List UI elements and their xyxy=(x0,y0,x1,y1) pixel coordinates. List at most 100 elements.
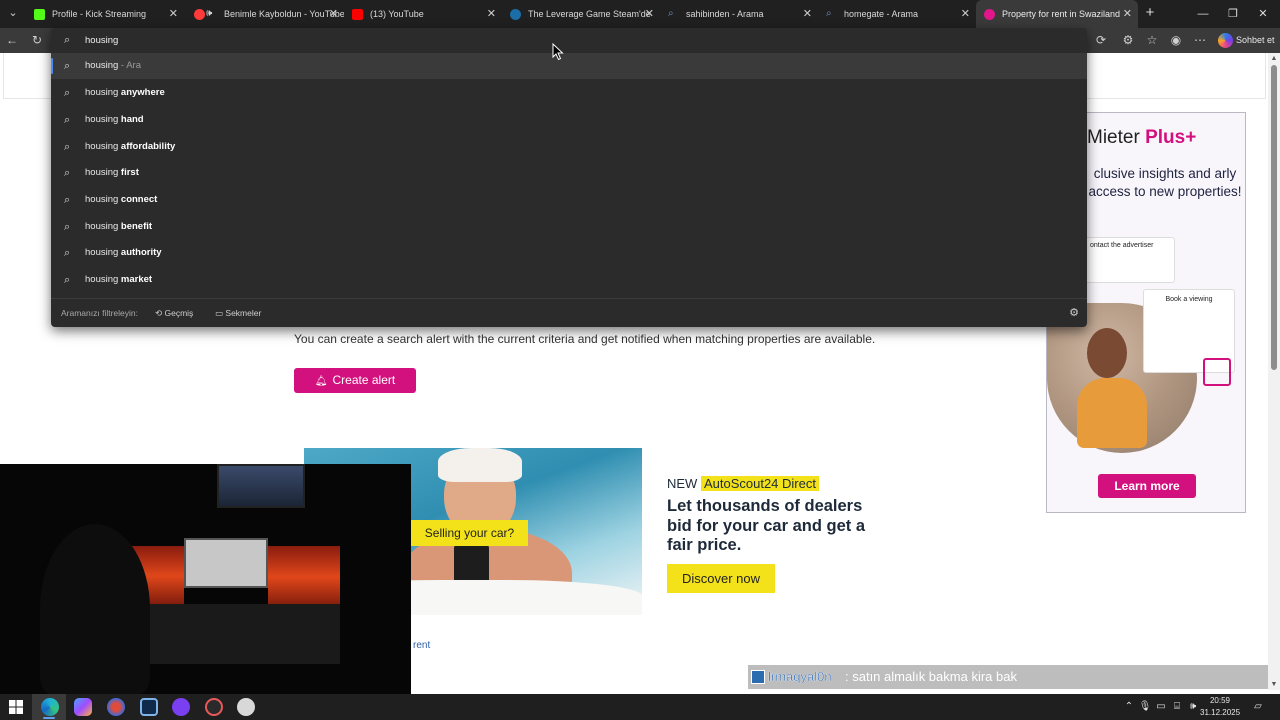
search-icon: ⌕ xyxy=(64,247,71,259)
filter-label: Aramanızı filtreleyin: xyxy=(61,308,138,318)
rent-link[interactable]: rent xyxy=(413,640,430,651)
filter-tabs-label: Sekmeler xyxy=(225,308,262,318)
tab-youtube[interactable]: (13) YouTube ✕ xyxy=(344,0,502,28)
search-favicon-icon: ⌕ xyxy=(668,8,674,19)
refresh-icon[interactable]: ↻ xyxy=(29,32,45,48)
filter-history-chip[interactable]: ⟲ Geçmiş xyxy=(155,299,193,328)
search-icon: ⌕ xyxy=(64,60,71,72)
network-icon[interactable]: ⌸ xyxy=(1170,694,1184,720)
close-tab-icon[interactable]: ✕ xyxy=(329,0,338,28)
tab-title: homegate - Arama xyxy=(844,9,919,19)
copilot-chat-button[interactable]: Sohbet et xyxy=(1216,31,1276,50)
webcam-monitor xyxy=(184,538,268,588)
suggestion-item[interactable]: ⌕ housing anywhere xyxy=(51,80,1087,106)
obs-icon[interactable] xyxy=(172,698,190,716)
tab-strip: ⌄ Profile - Kick Streaming ✕ 🕪 Benimle K… xyxy=(0,0,1280,28)
discover-now-button[interactable]: Discover now xyxy=(667,564,775,593)
suggestion-completion: connect xyxy=(120,194,158,205)
suggestion-item[interactable]: ⌕ housing hand xyxy=(51,107,1087,133)
tray-expand-icon[interactable]: ⌃ xyxy=(1122,694,1136,720)
app-icon[interactable] xyxy=(237,698,255,716)
learn-more-button[interactable]: Learn more xyxy=(1098,474,1196,498)
steam-app-icon[interactable] xyxy=(140,698,158,716)
contact-advertiser-card: ontact the advertiser xyxy=(1085,237,1175,283)
settings-gear-icon[interactable]: ⚙ xyxy=(1069,299,1079,328)
search-icon: ⌕ xyxy=(64,141,71,153)
close-tab-icon[interactable]: ✕ xyxy=(1123,0,1132,28)
microphone-icon[interactable]: 🎙︎ xyxy=(1138,694,1152,720)
suggestion-item[interactable]: ⌕ housing affordability xyxy=(51,134,1087,160)
ad-title-main: Mieter xyxy=(1087,127,1140,148)
close-tab-icon[interactable]: ✕ xyxy=(487,0,496,28)
app-available-icon[interactable]: ⟳ xyxy=(1093,32,1109,48)
display-icon[interactable]: ▭ xyxy=(1154,694,1168,720)
chrome-icon[interactable] xyxy=(107,698,125,716)
tab-youtube-song[interactable]: 🕪 Benimle Kayboldun - YouTube ✕ xyxy=(186,0,344,28)
favorites-icon[interactable]: ☆ xyxy=(1144,32,1160,48)
youtube-favicon-icon xyxy=(194,9,205,20)
suggestion-item[interactable]: ⌕ housing market xyxy=(51,267,1087,293)
edge-browser-icon[interactable] xyxy=(41,698,59,716)
windows-taskbar: ⌃ 🎙︎ ▭ ⌸ 🕪 20:59 31.12.2025 ▱ xyxy=(0,694,1280,720)
tab-sahibinden[interactable]: ⌕ sahibinden - Arama ✕ xyxy=(660,0,818,28)
ad-brand-line: NEW AutoScout24 Direct xyxy=(667,476,819,491)
tab-actions-menu-icon[interactable]: ⌄ xyxy=(4,4,22,22)
steam-favicon-icon xyxy=(510,9,521,20)
scroll-up-icon[interactable]: ▲ xyxy=(1270,55,1278,62)
filter-tabs-chip[interactable]: ▭ Sekmeler xyxy=(215,299,261,328)
suggestion-item[interactable]: ⌕ housing authority xyxy=(51,240,1087,266)
ad-sell-badge[interactable]: Selling your car? xyxy=(411,520,528,546)
profile-avatar-icon[interactable]: ◉ xyxy=(1168,32,1184,48)
search-filter-bar: Aramanızı filtreleyin: ⟲ Geçmiş ▭ Sekmel… xyxy=(51,298,1087,327)
webcam-person xyxy=(40,524,150,694)
new-tab-icon[interactable]: + xyxy=(1142,4,1158,22)
ad-headline: Let thousands of dealers bid for your ca… xyxy=(667,497,866,554)
webcam-window xyxy=(217,464,305,508)
more-menu-icon[interactable]: ⋯ xyxy=(1192,32,1208,48)
suggestion-base: housing xyxy=(85,167,121,178)
back-icon[interactable]: ← xyxy=(4,32,20,48)
close-tab-icon[interactable]: ✕ xyxy=(169,0,178,28)
notification-icon[interactable]: ▱ xyxy=(1250,694,1266,720)
tab-homegate[interactable]: ⌕ homegate - Arama ✕ xyxy=(818,0,976,28)
close-window-icon[interactable]: ✕ xyxy=(1248,0,1278,28)
tab-title: The Leverage Game Steam'de xyxy=(528,9,651,19)
search-icon: ⌕ xyxy=(64,221,71,233)
suggestion-item[interactable]: ⌕ housing connect xyxy=(51,187,1087,213)
search-icon: ⌕ xyxy=(64,114,71,126)
ad-towel xyxy=(438,448,522,482)
volume-icon[interactable]: 🕪 xyxy=(1186,694,1200,720)
scrollbar-thumb[interactable] xyxy=(1271,65,1277,370)
minimize-icon[interactable]: — xyxy=(1188,0,1218,28)
ad-new-prefix: NEW xyxy=(667,476,701,491)
create-alert-button[interactable]: 🔔︎ Create alert xyxy=(294,368,416,393)
tab-kick[interactable]: Profile - Kick Streaming ✕ xyxy=(26,0,184,28)
tab-steam[interactable]: The Leverage Game Steam'de ✕ xyxy=(502,0,660,28)
close-tab-icon[interactable]: ✕ xyxy=(961,0,970,28)
suggestion-item[interactable]: ⌕ housing benefit xyxy=(51,214,1087,240)
close-tab-icon[interactable]: ✕ xyxy=(803,0,812,28)
suggestion-item[interactable]: ⌕ housing first xyxy=(51,160,1087,186)
suggestion-item[interactable]: ⌕ housing - Ara xyxy=(51,53,1087,79)
suggestion-completion: first xyxy=(120,167,139,178)
system-clock[interactable]: 20:59 31.12.2025 xyxy=(1200,695,1240,719)
extensions-icon[interactable]: ⚙ xyxy=(1120,32,1136,48)
ad-person-shirt xyxy=(1077,378,1147,448)
tab-property-swaziland[interactable]: Property for rent in Swaziland ✕ xyxy=(976,0,1138,28)
close-tab-icon[interactable]: ✕ xyxy=(645,0,654,28)
audio-speaker-icon[interactable]: 🕪 xyxy=(206,0,212,28)
address-bar-input[interactable]: ⌕ housing xyxy=(51,28,1087,53)
maximize-icon[interactable]: ❐ xyxy=(1218,0,1248,28)
suggestion-base: housing xyxy=(85,194,121,205)
copilot-app-icon[interactable] xyxy=(74,698,92,716)
search-favicon-icon: ⌕ xyxy=(826,8,832,19)
app-icon[interactable] xyxy=(205,698,223,716)
tab-title: (13) YouTube xyxy=(370,9,424,19)
search-icon: ⌕ xyxy=(64,167,71,179)
scroll-down-icon[interactable]: ▼ xyxy=(1270,681,1278,688)
suggestion-base: housing xyxy=(85,221,121,232)
search-icon: ⌕ xyxy=(64,34,71,46)
windows-start-icon[interactable] xyxy=(8,699,24,715)
card-title: ontact the advertiser xyxy=(1090,242,1154,249)
page-scrollbar[interactable]: ▲ ▼ xyxy=(1268,53,1280,690)
